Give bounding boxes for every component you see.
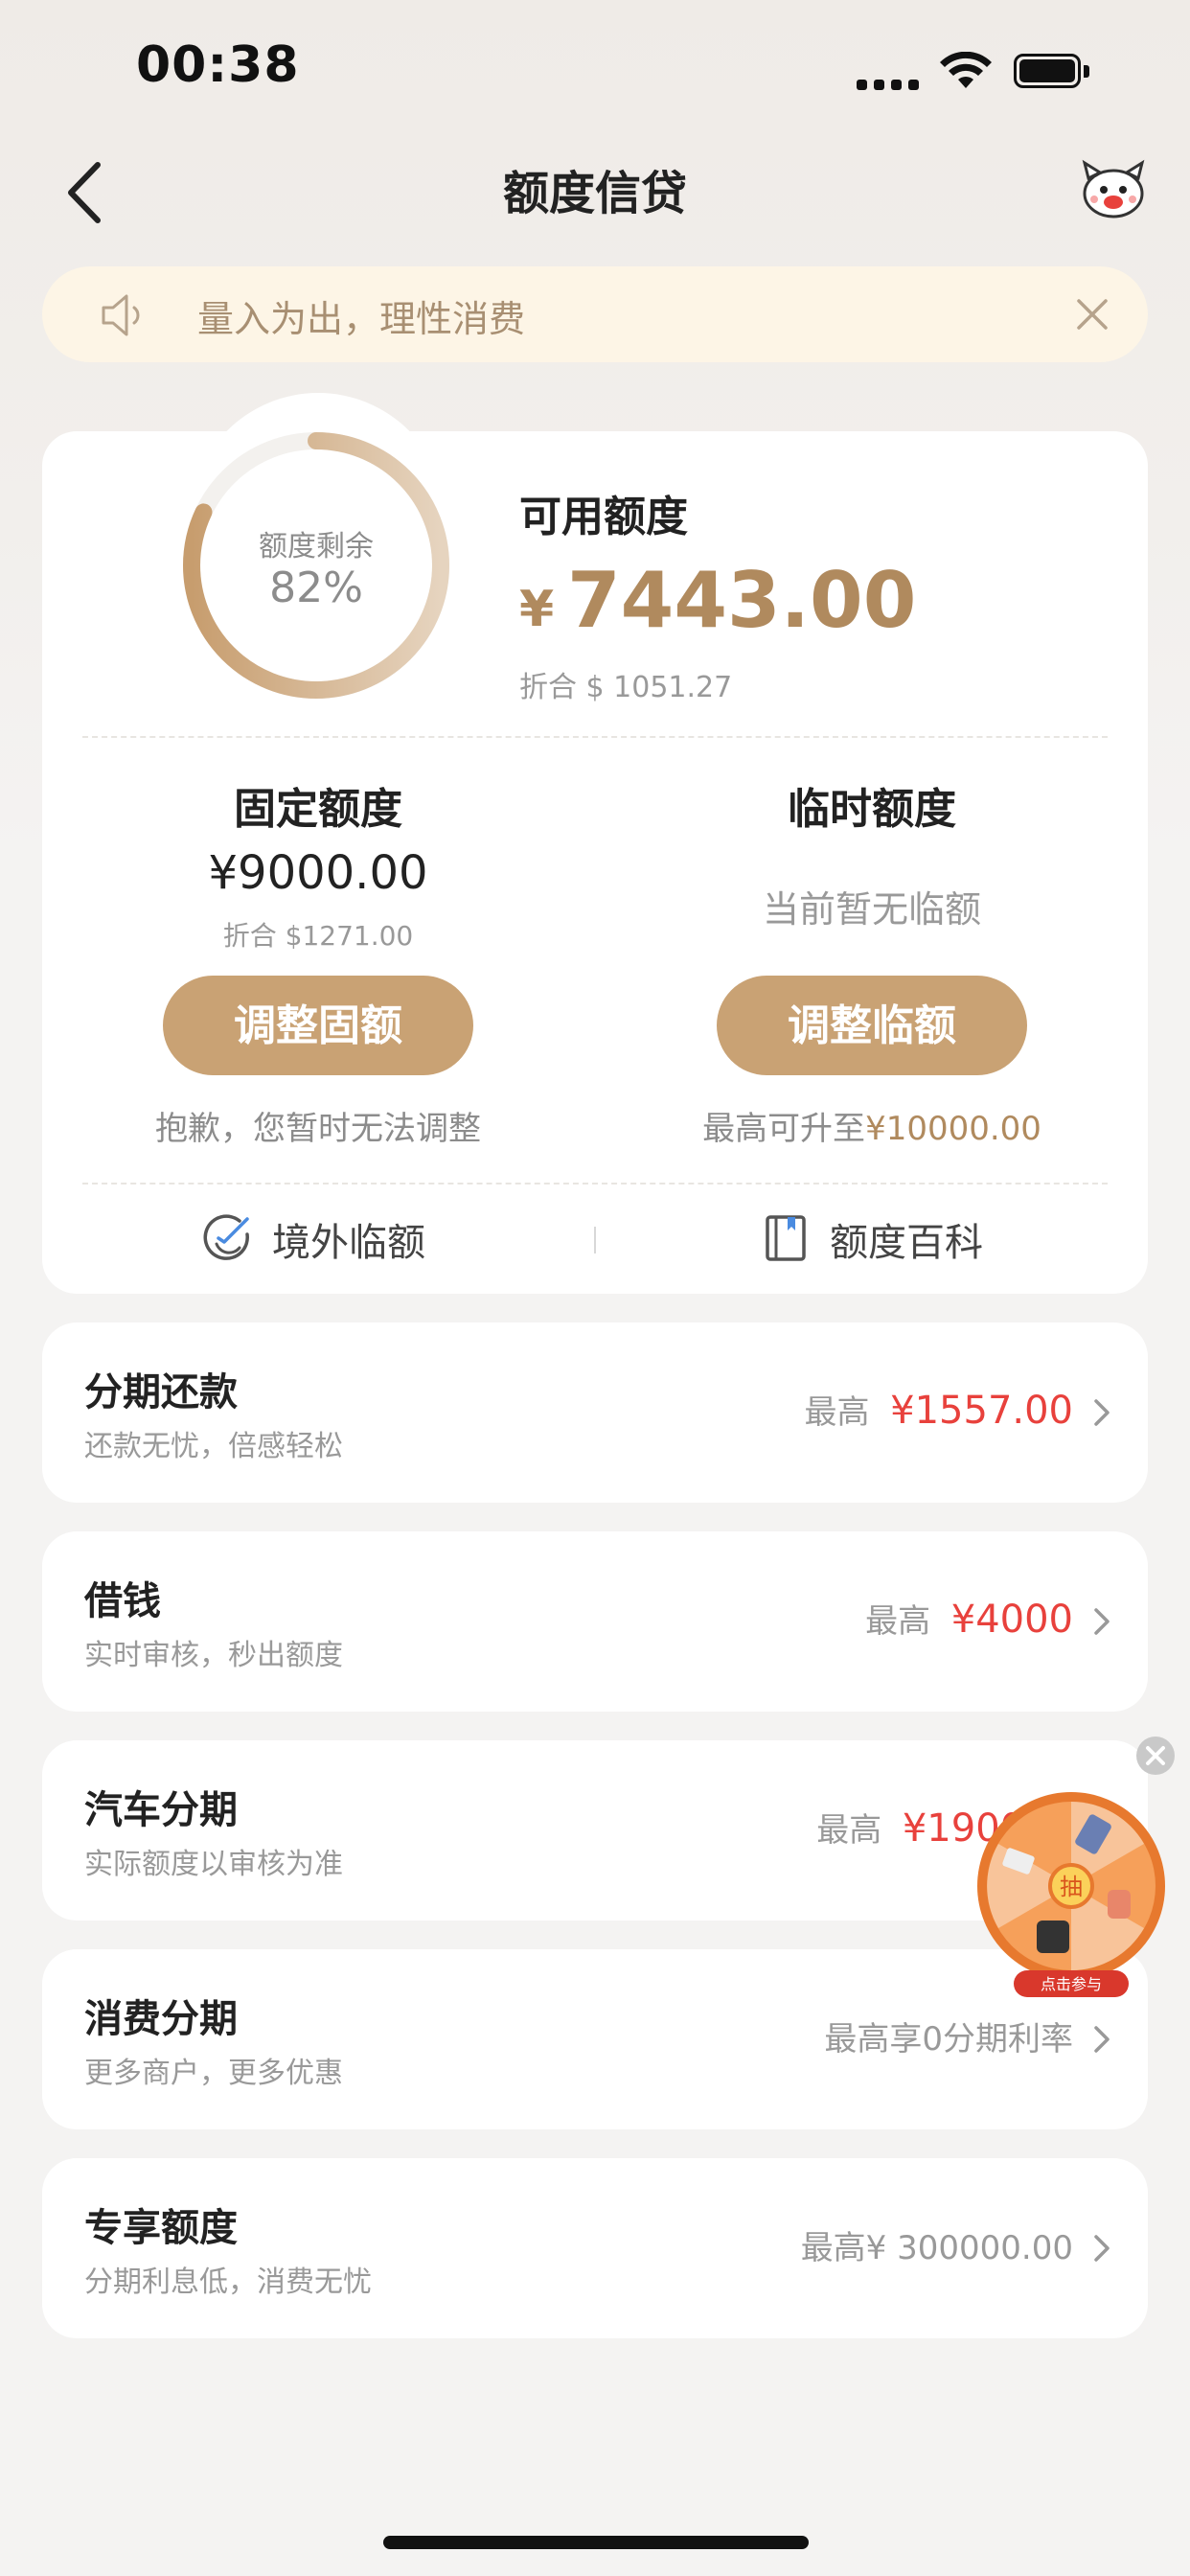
fixed-credit-title: 固定额度 bbox=[234, 785, 402, 834]
wiki-link-label: 额度百科 bbox=[830, 1221, 983, 1265]
status-time: 00:38 bbox=[136, 36, 300, 94]
ring-label: 额度剩余 bbox=[259, 530, 374, 564]
row-subtitle: 还款无忧，倍感轻松 bbox=[84, 1430, 343, 1463]
row-subtitle: 实际额度以审核为准 bbox=[84, 1848, 343, 1881]
temporary-note-prefix: 最高可升至 bbox=[702, 1110, 866, 1148]
available-credit-amount: 7443.00 bbox=[567, 556, 917, 645]
chevron-right-icon bbox=[1094, 2235, 1110, 2262]
row-value-amount: ¥1557.00 bbox=[890, 1389, 1073, 1433]
chevron-right-icon bbox=[1094, 2026, 1110, 2053]
mascot-icon[interactable] bbox=[1079, 157, 1148, 220]
row-subtitle: 分期利息低，消费无忧 bbox=[84, 2266, 372, 2299]
lucky-wheel-center-text: 抽 bbox=[1060, 1874, 1083, 1900]
close-icon[interactable] bbox=[1075, 297, 1110, 332]
chevron-right-icon bbox=[1094, 1399, 1110, 1426]
available-credit-usd: 折合 $ 1051.27 bbox=[519, 671, 733, 704]
battery-icon bbox=[1014, 54, 1092, 90]
row-value-prefix: 最高 bbox=[804, 1393, 870, 1432]
divider bbox=[82, 1183, 1108, 1184]
notice-banner: 量入为出，理性消费 bbox=[42, 266, 1148, 362]
plane-globe-icon bbox=[203, 1214, 249, 1260]
close-floating-icon[interactable] bbox=[1134, 1735, 1177, 1777]
ring-percent: 82% bbox=[269, 564, 363, 612]
speaker-icon bbox=[102, 294, 140, 336]
installment-repayment-row[interactable]: 分期还款 还款无忧，倍感轻松 最高 ¥1557.00 bbox=[42, 1322, 1148, 1503]
adjust-fixed-button[interactable]: 调整固额 bbox=[163, 976, 473, 1075]
row-title: 专享额度 bbox=[84, 2206, 238, 2250]
fixed-credit-note: 抱歉，您暂时无法调整 bbox=[155, 1110, 481, 1148]
credit-wiki-link[interactable]: 额度百科 bbox=[761, 1209, 991, 1267]
row-title: 汽车分期 bbox=[84, 1788, 238, 1832]
overseas-temporary-credit-link[interactable]: 境外临额 bbox=[203, 1209, 452, 1267]
row-value-amount: ¥4000 bbox=[950, 1598, 1073, 1642]
adjust-temporary-button[interactable]: 调整临额 bbox=[717, 976, 1027, 1075]
chevron-right-icon bbox=[1094, 1608, 1110, 1635]
temporary-credit-title: 临时额度 bbox=[788, 785, 956, 834]
row-title: 借钱 bbox=[84, 1579, 161, 1623]
temporary-credit-status: 当前暂无临额 bbox=[762, 888, 981, 931]
row-value: 最高 ¥4000 bbox=[865, 1595, 1073, 1642]
fixed-credit-usd: 折合 $1271.00 bbox=[222, 920, 414, 952]
row-value-prefix: 最高¥ 300000.00 bbox=[800, 2229, 1073, 2267]
available-credit-label: 可用额度 bbox=[519, 493, 688, 541]
divider bbox=[82, 736, 1108, 738]
row-subtitle: 更多商户，更多优惠 bbox=[84, 2057, 343, 2090]
row-title: 消费分期 bbox=[84, 1997, 238, 2041]
row-value-prefix: 最高 bbox=[816, 1811, 882, 1850]
exclusive-credit-row[interactable]: 专享额度 分期利息低，消费无忧 最高¥ 300000.00 bbox=[42, 2158, 1148, 2338]
page-title: 额度信贷 bbox=[502, 167, 687, 220]
fixed-credit-amount: ¥9000.00 bbox=[208, 846, 428, 900]
row-subtitle: 实时审核，秒出额度 bbox=[84, 1639, 343, 1672]
overseas-link-label: 境外临额 bbox=[272, 1221, 425, 1265]
temporary-note-amount: ¥10000.00 bbox=[865, 1110, 1041, 1148]
row-title: 分期还款 bbox=[84, 1370, 238, 1414]
wifi-icon bbox=[940, 52, 992, 88]
currency-symbol: ¥ bbox=[519, 581, 555, 638]
row-value-prefix: 最高享0分期利率 bbox=[824, 2020, 1073, 2058]
row-value: 最高¥ 300000.00 bbox=[801, 2221, 1073, 2268]
row-value: 最高 ¥1557.00 bbox=[805, 1386, 1073, 1433]
book-icon bbox=[766, 1215, 806, 1261]
cellular-signal-icon bbox=[857, 71, 920, 90]
home-indicator bbox=[383, 2536, 809, 2549]
row-value: 最高享0分期利率 bbox=[824, 2012, 1073, 2059]
borrow-money-row[interactable]: 借钱 实时审核，秒出额度 最高 ¥4000 bbox=[42, 1531, 1148, 1712]
lucky-wheel-icon[interactable]: 抽 点击参与 bbox=[975, 1790, 1167, 1997]
row-value-prefix: 最高 bbox=[865, 1602, 931, 1641]
link-separator bbox=[594, 1227, 596, 1254]
temporary-credit-note: 最高可升至¥10000.00 bbox=[650, 1102, 1094, 1149]
lucky-wheel-ribbon-text: 点击参与 bbox=[1041, 1975, 1102, 1993]
notice-text: 量入为出，理性消费 bbox=[197, 298, 526, 340]
